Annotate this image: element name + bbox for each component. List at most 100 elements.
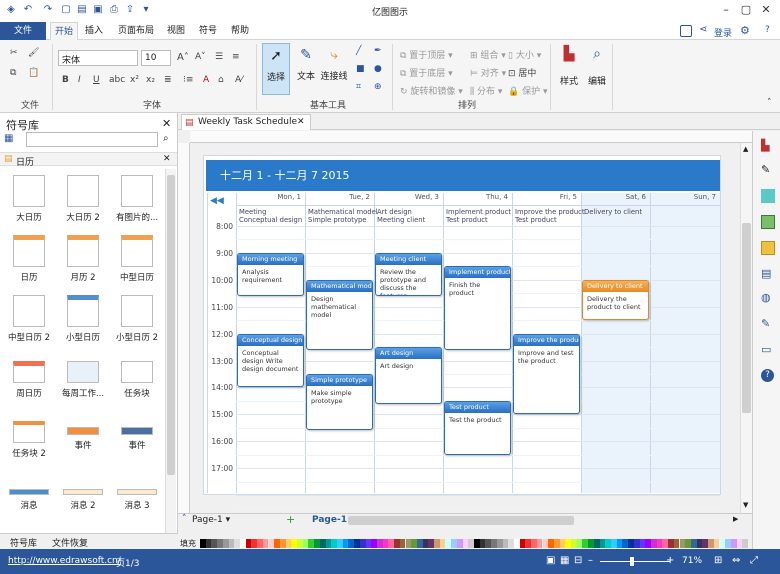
fullscreen-icon[interactable]: ⤢	[750, 555, 758, 566]
align-icon[interactable]: ≣	[164, 75, 172, 85]
color-swatch[interactable]	[742, 539, 748, 548]
add-page-icon[interactable]: +	[286, 513, 295, 526]
settings-icon[interactable]: ⚙	[740, 24, 750, 37]
strikethrough-icon[interactable]: abc	[109, 75, 125, 85]
close-icon[interactable]: ✕	[758, 3, 774, 17]
symbol-item[interactable]: 消息 3	[110, 469, 164, 529]
font-name-select[interactable]: 宋体	[58, 50, 138, 66]
palette-swatches[interactable]	[200, 539, 748, 548]
image-icon[interactable]	[680, 25, 692, 37]
tab-file[interactable]: 文件	[0, 22, 46, 40]
edit-button[interactable]: ⌕ 编辑	[584, 46, 610, 96]
calendar-event[interactable]: Meeting client Review the prototype and d…	[375, 252, 442, 296]
image-side-icon[interactable]	[761, 215, 775, 229]
tab-symbol[interactable]: 符号	[196, 22, 220, 40]
paste-icon[interactable]: 📋	[28, 68, 39, 78]
symbol-item[interactable]: 每周工作...	[56, 349, 110, 409]
calendar-event[interactable]: Mathematical model Design mathematical mo…	[306, 279, 373, 350]
text-tool-button[interactable]: ✎ 文本	[292, 43, 320, 95]
symbol-item[interactable]: 大日历	[2, 169, 56, 229]
library-scrollbar[interactable]	[165, 169, 176, 535]
symbol-item[interactable]: 任务块 2	[2, 409, 56, 469]
calendar-event[interactable]: Simple prototype Make simple prototype	[306, 373, 373, 431]
collapse-icon[interactable]: ˄	[182, 514, 187, 524]
calendar-event[interactable]: Implement product Finish the product	[444, 266, 511, 350]
highlight-icon[interactable]: ⌂	[218, 75, 224, 85]
symbol-item[interactable]: 月历 2	[56, 229, 110, 289]
tab-help[interactable]: 帮助	[228, 22, 252, 40]
symbol-item[interactable]: 中型日历 2	[2, 289, 56, 349]
format-painter-icon[interactable]: 🖌	[28, 48, 39, 58]
underline-icon[interactable]: U	[93, 75, 100, 85]
calendar-event[interactable]: Test product Test the product	[444, 400, 511, 455]
zoom-out-icon[interactable]: –	[588, 555, 593, 566]
active-page-tab[interactable]: Page-1	[312, 515, 347, 525]
layers-icon[interactable]	[761, 241, 775, 255]
hscroll-thumb[interactable]	[348, 516, 574, 525]
page-icon[interactable]: ▤	[761, 267, 775, 281]
website-link[interactable]: http://www.edrawsoft.cn/	[8, 556, 121, 566]
zoom-slider[interactable]	[600, 561, 670, 562]
view-normal-icon[interactable]: ▣	[546, 555, 555, 566]
document-tab[interactable]: ▤ Weekly Task Schedule ✕	[181, 114, 311, 130]
line-spacing-icon[interactable]: ≡	[232, 52, 240, 62]
fit-page-icon[interactable]: ⊞	[714, 555, 722, 566]
library-menu-icon[interactable]: ▦	[4, 133, 13, 144]
notes-icon[interactable]: ✎	[761, 317, 775, 331]
symbol-item[interactable]: 有图片的...	[110, 169, 164, 229]
symbol-item[interactable]: 中型日历	[110, 229, 164, 289]
vscroll-thumb[interactable]	[742, 223, 751, 413]
select-tool-button[interactable]: ➚ 选择	[262, 43, 290, 95]
globe-icon[interactable]: ◍	[761, 291, 775, 305]
fill-icon[interactable]	[761, 189, 775, 203]
close-tab-icon[interactable]: ✕	[297, 115, 305, 129]
style-button[interactable]: ▙ 样式	[556, 46, 582, 96]
close-panel-icon[interactable]: ✕	[162, 117, 171, 130]
ellipse-tool-icon[interactable]: ●	[374, 64, 382, 74]
subscript-icon[interactable]: x₂	[146, 75, 155, 85]
shrink-font-icon[interactable]: A˅	[195, 52, 206, 62]
scroll-up-icon[interactable]: ▲	[743, 145, 748, 153]
scroll-thumb[interactable]	[167, 175, 175, 475]
symbol-item[interactable]: 大日历 2	[56, 169, 110, 229]
bold-icon[interactable]: B	[62, 75, 69, 85]
tab-symbol-library[interactable]: 符号库	[10, 536, 37, 549]
tab-view[interactable]: 视图	[164, 22, 188, 40]
list-icon[interactable]: ☰	[215, 52, 223, 62]
anchor-tool-icon[interactable]: ⊕	[374, 82, 382, 92]
copy-icon[interactable]: ⧉	[10, 68, 16, 78]
search-icon[interactable]: ⌕	[163, 133, 169, 144]
superscript-icon[interactable]: x²	[130, 75, 139, 85]
pen-tool-icon[interactable]: ✒	[374, 46, 382, 56]
login-link[interactable]: 登录	[714, 26, 732, 39]
rotate-button[interactable]: ↻ 旋转和镜像 ▾	[400, 84, 463, 97]
calendar-event[interactable]: Conceptual design Conceptual design Write…	[237, 333, 304, 388]
send-back-button[interactable]: ⧉ 置于底层 ▾	[400, 66, 453, 79]
calendar-event[interactable]: Delivery to client Delivery the product t…	[582, 279, 649, 321]
zoom-slider-thumb[interactable]	[630, 557, 634, 566]
symbol-item[interactable]: 消息 2	[56, 469, 110, 529]
italic-icon[interactable]: I	[78, 75, 81, 85]
scroll-down-icon[interactable]: ▼	[743, 501, 748, 509]
rectangle-tool-icon[interactable]: ■	[356, 64, 365, 74]
collapse-ribbon-icon[interactable]: ˄	[767, 98, 772, 108]
tab-insert[interactable]: 插入	[82, 22, 106, 40]
cut-icon[interactable]: ✂	[10, 48, 18, 58]
symbol-item[interactable]: 小型日历 2	[110, 289, 164, 349]
page-tab-1[interactable]: Page-1 ▾	[192, 515, 230, 525]
symbol-item[interactable]: 任务块	[110, 349, 164, 409]
tab-page-layout[interactable]: 页面布局	[114, 22, 158, 40]
minimize-icon[interactable]: –	[718, 3, 734, 17]
tab-home[interactable]: 开始	[50, 22, 78, 41]
category-header[interactable]: ▤ 日历 ✕	[0, 152, 177, 168]
line-style-icon[interactable]: ✎	[761, 163, 775, 177]
vertical-scrollbar[interactable]: ▲ ▼	[740, 143, 752, 513]
symbol-item[interactable]: 消息	[2, 469, 56, 529]
maximize-icon[interactable]: ▢	[738, 3, 754, 17]
bring-front-button[interactable]: ⧉ 置于顶层 ▾	[400, 48, 453, 61]
connector-tool-button[interactable]: ⤷ 连接线	[320, 43, 348, 95]
tab-file-recovery[interactable]: 文件恢复	[52, 536, 88, 549]
crop-tool-icon[interactable]: ⌗	[356, 82, 361, 92]
zoom-in-icon[interactable]: +	[666, 555, 674, 566]
help-icon[interactable]: ?	[765, 25, 770, 35]
